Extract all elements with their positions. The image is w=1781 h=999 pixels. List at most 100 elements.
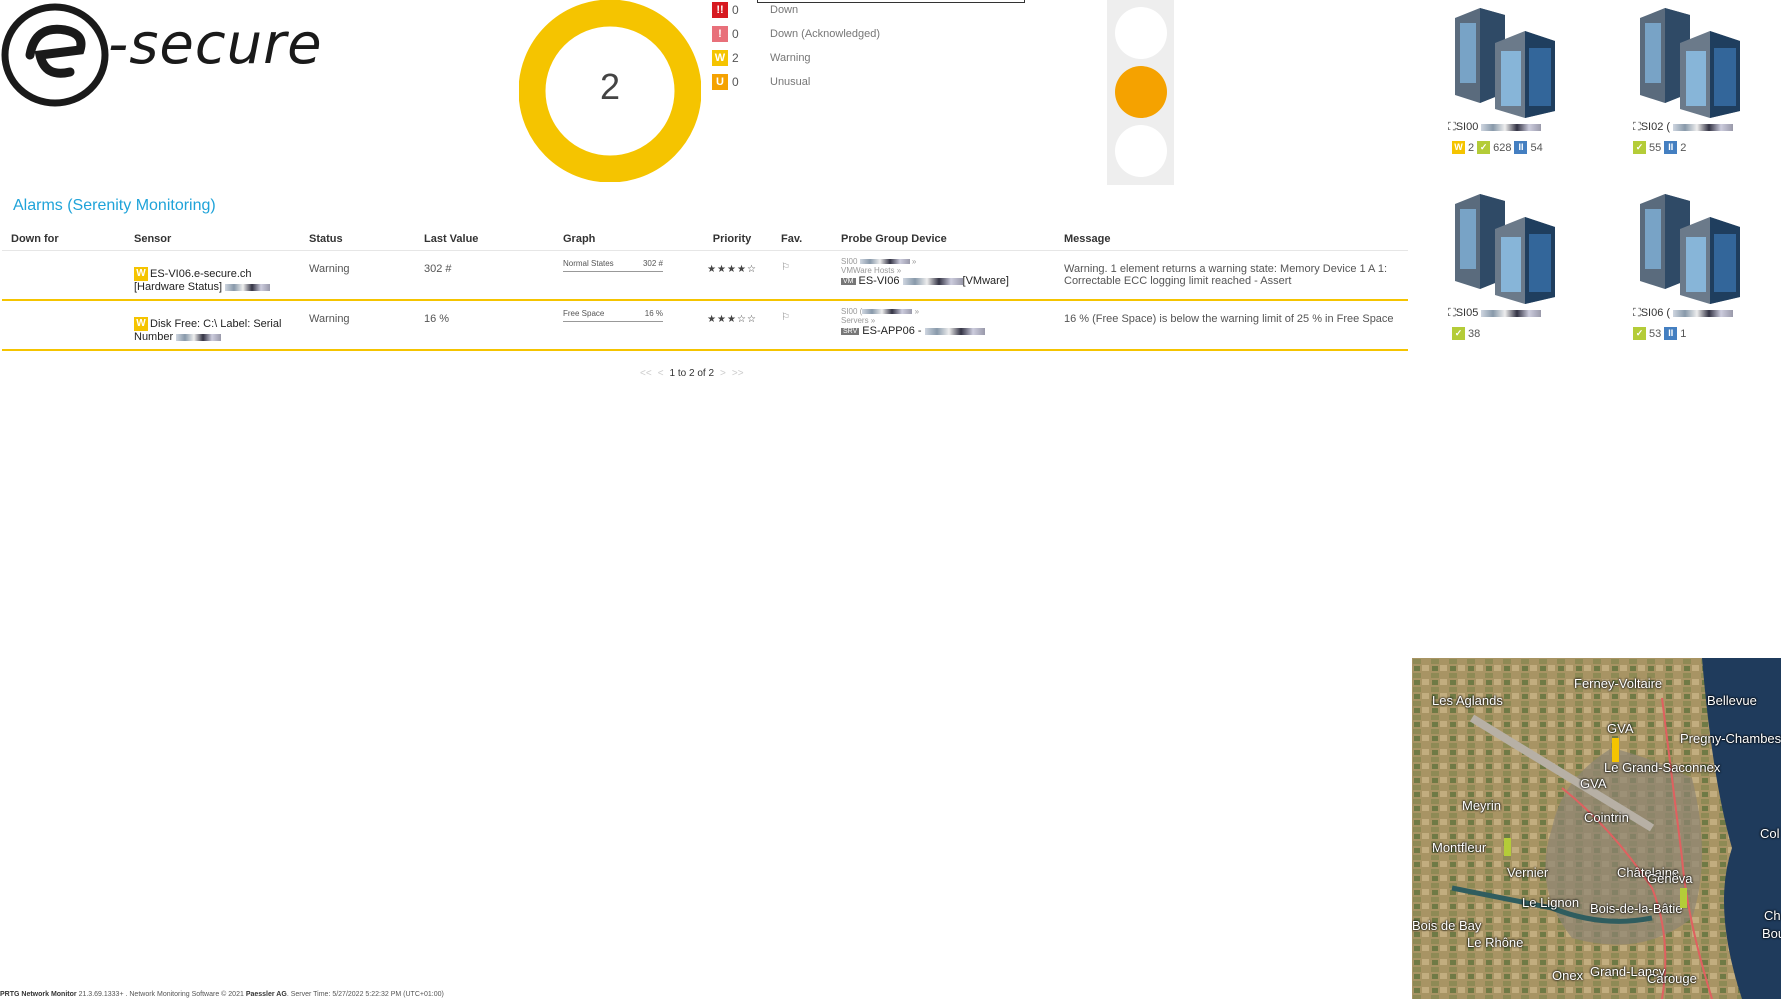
legend-row[interactable]: ! 0 Down (Acknowledged) <box>712 24 880 44</box>
down-for-cell <box>2 300 125 351</box>
map-place-label: Le Lignon <box>1522 895 1580 910</box>
map-pin-1[interactable] <box>1612 738 1619 762</box>
server-group-label[interactable]: ⛶SI06 ( <box>1633 307 1734 320</box>
group-expand-icon[interactable]: ⛶ <box>1448 307 1456 319</box>
server-group-label[interactable]: ⛶SI02 ( <box>1633 121 1734 134</box>
map-pin-3[interactable] <box>1680 888 1687 908</box>
redacted-text <box>859 259 910 265</box>
priority-cell[interactable]: ★★★★☆ <box>689 250 772 301</box>
sensor-link-line2[interactable]: Number <box>134 331 294 343</box>
sensor-link-line2[interactable]: [Hardware Status] <box>134 281 294 293</box>
probe-link[interactable]: SI00 » <box>841 257 1049 266</box>
message-cell: Warning. 1 element returns a warning sta… <box>1055 250 1408 301</box>
server-icon[interactable] <box>1450 189 1565 304</box>
status-label[interactable]: Down <box>762 4 798 16</box>
device-link[interactable]: VM ES-VI06 [VMware] <box>841 275 1049 287</box>
warning-badge: W <box>134 267 148 281</box>
pager-prev-button[interactable]: < <box>658 368 664 379</box>
server-stats[interactable]: W 2 ✓ 628 II 54 <box>1452 141 1543 154</box>
redacted-text <box>225 283 271 291</box>
sensor-link[interactable]: ES-VI06.e-secure.ch <box>150 268 252 280</box>
geo-map[interactable]: Les Aglands Ferney-Voltaire Bellevue GVA Pre… <box>1412 658 1781 999</box>
server-group-label[interactable]: ⛶SI00 <box>1448 121 1542 134</box>
favorite-flag-icon[interactable]: ⚐ <box>781 262 790 273</box>
priority-cell[interactable]: ★★★☆☆ <box>689 300 772 351</box>
group-expand-icon[interactable]: ⛶ <box>1633 307 1641 319</box>
map-place-label: Ch <box>1764 908 1781 923</box>
probe-link[interactable]: SI00 ( » <box>841 307 1049 316</box>
legend-row[interactable]: !! 0 Down <box>712 0 798 20</box>
stat-badge-ok: ✓ <box>1633 327 1646 340</box>
server-stats[interactable]: ✓ 55 II 2 <box>1633 141 1686 154</box>
favorite-flag-icon[interactable]: ⚐ <box>781 312 790 323</box>
stat-badge-p: II <box>1664 141 1678 154</box>
col-priority[interactable]: Priority <box>689 228 772 251</box>
sensor-cell[interactable]: W Disk Free: C:\ Label: Serial Number <box>125 300 300 351</box>
footer-server-time: . Server Time: 5/27/2022 5:22:32 PM (UTC… <box>286 991 444 998</box>
last-value-cell: 302 # <box>415 250 554 301</box>
alarm-total-count: 2 <box>599 66 621 107</box>
server-stats[interactable]: ✓ 53 II 1 <box>1633 327 1686 340</box>
alarm-row[interactable]: W Disk Free: C:\ Label: Serial Number War… <box>2 300 1408 351</box>
col-down-for[interactable]: Down for <box>2 228 125 251</box>
logo-text: -secure <box>108 12 323 77</box>
alarms-header-row: Down for Sensor Status Last Value Graph … <box>2 228 1408 251</box>
priority-stars[interactable]: ★★★★☆ <box>707 264 757 275</box>
col-message[interactable]: Message <box>1055 228 1408 251</box>
server-group-label[interactable]: ⛶SI05 <box>1448 307 1542 320</box>
group-expand-icon[interactable]: ⛶ <box>1448 121 1456 133</box>
fav-cell[interactable]: ⚐ <box>772 300 832 351</box>
stat-count: 55 <box>1649 141 1662 154</box>
footer-product[interactable]: PRTG Network Monitor <box>0 991 77 998</box>
sensor-link[interactable]: Disk Free: C:\ Label: Serial <box>150 318 281 330</box>
stat-badge-ok: ✓ <box>1477 141 1491 154</box>
status-label[interactable]: Warning <box>762 52 811 64</box>
legend-row[interactable]: U 0 Unusual <box>712 72 810 92</box>
last-value-cell: 16 % <box>415 300 554 351</box>
legend-row[interactable]: W 2 Warning <box>712 48 811 68</box>
server-group-tile[interactable]: ⛶SI00 W 2 ✓ 628 II 54 <box>1448 0 1628 180</box>
map-place-label: Bou <box>1762 926 1781 941</box>
col-probe-group-device[interactable]: Probe Group Device <box>832 228 1055 251</box>
stat-badge-ok: ✓ <box>1633 141 1646 154</box>
col-fav[interactable]: Fav. <box>772 228 832 251</box>
footer-company[interactable]: Paessler AG <box>246 991 287 998</box>
server-group-tile[interactable]: ⛶SI05 ✓ 38 <box>1448 186 1628 366</box>
probe-group-device-cell[interactable]: SI00 ( » Servers » SRV ES-APP06 - <box>832 300 1055 351</box>
col-last-value[interactable]: Last Value <box>415 228 554 251</box>
device-link[interactable]: SRV ES-APP06 - <box>841 325 1049 337</box>
server-group-tile[interactable]: ⛶SI06 ( ✓ 53 II 1 <box>1633 186 1781 366</box>
server-icon[interactable] <box>1450 3 1565 118</box>
server-icon[interactable] <box>1635 189 1750 304</box>
col-sensor[interactable]: Sensor <box>125 228 300 251</box>
alarm-row[interactable]: W ES-VI06.e-secure.ch [Hardware Status] W… <box>2 250 1408 301</box>
server-group-tile[interactable]: ⛶SI02 ( ✓ 55 II 2 <box>1633 0 1781 180</box>
server-stats[interactable]: ✓ 38 <box>1452 327 1480 340</box>
mini-graph[interactable]: Normal States 302 # <box>563 259 663 272</box>
map-place-label: Ferney-Voltaire <box>1574 676 1663 691</box>
group-link[interactable]: Servers » <box>841 316 1049 325</box>
pager-next-button[interactable]: > <box>720 368 726 379</box>
status-label[interactable]: Down (Acknowledged) <box>762 28 880 40</box>
status-count: 0 <box>732 75 739 89</box>
group-expand-icon[interactable]: ⛶ <box>1633 121 1641 133</box>
status-label[interactable]: Unusual <box>762 76 810 88</box>
group-link[interactable]: VMWare Hosts » <box>841 266 1049 275</box>
probe-group-device-cell[interactable]: SI00 » VMWare Hosts » VM ES-VI06 [VMware] <box>832 250 1055 301</box>
priority-stars[interactable]: ★★★☆☆ <box>707 314 757 325</box>
redacted-text <box>1673 123 1734 131</box>
graph-cell[interactable]: Normal States 302 # <box>554 250 689 301</box>
col-status[interactable]: Status <box>300 228 415 251</box>
fav-cell[interactable]: ⚐ <box>772 250 832 301</box>
status-badge: ! <box>712 26 728 42</box>
mini-graph[interactable]: Free Space 16 % <box>563 309 663 322</box>
map-pin-2[interactable] <box>1504 838 1511 856</box>
server-icon[interactable] <box>1635 3 1750 118</box>
map-place-label: Onex <box>1552 968 1584 983</box>
graph-value: 302 # <box>642 259 663 268</box>
alarms-title[interactable]: Alarms (Serenity Monitoring) <box>13 197 216 215</box>
pager-last-button[interactable]: >> <box>732 368 744 379</box>
sensor-cell[interactable]: W ES-VI06.e-secure.ch [Hardware Status] <box>125 250 300 301</box>
graph-cell[interactable]: Free Space 16 % <box>554 300 689 351</box>
pager-first-button[interactable]: << <box>640 368 652 379</box>
